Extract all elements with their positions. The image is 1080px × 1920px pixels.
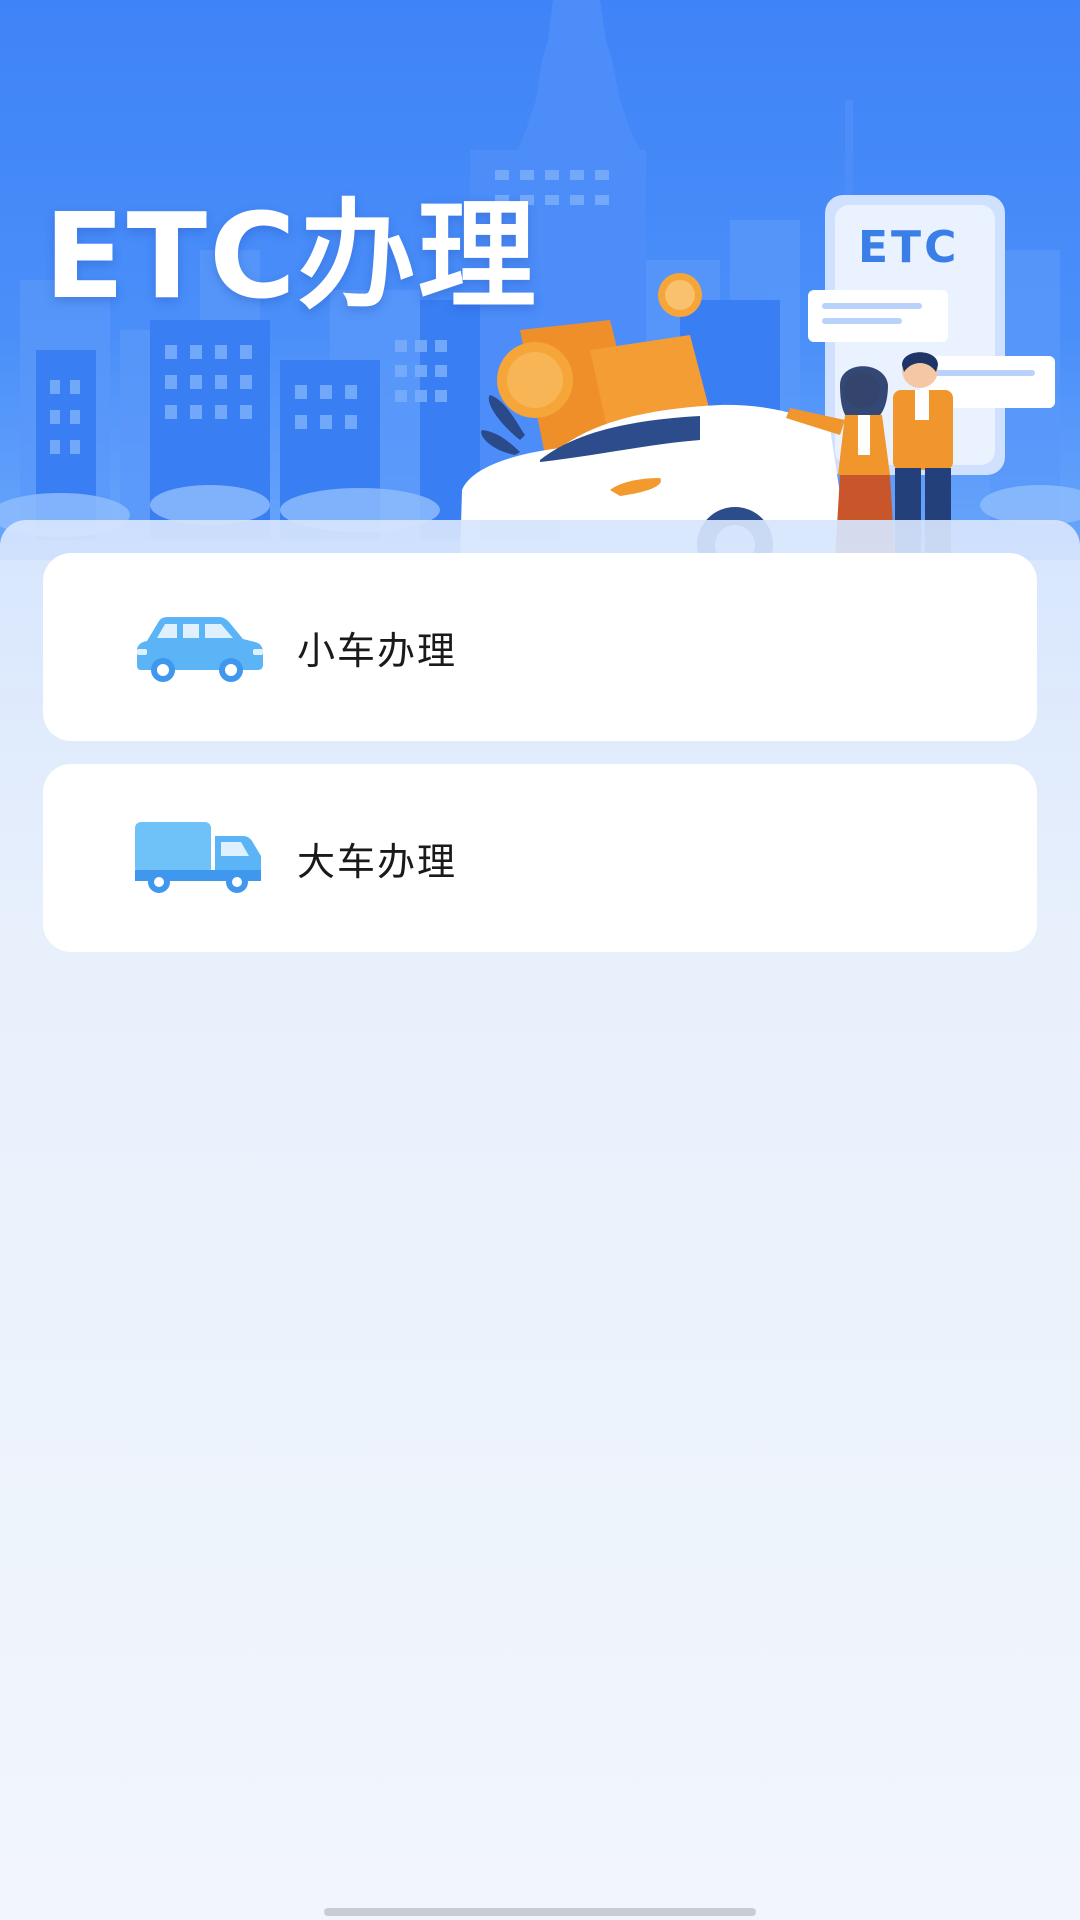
large-vehicle-option[interactable]: 大车办理 xyxy=(43,764,1037,952)
page-title: ETC办理 xyxy=(44,187,538,325)
hero-banner: ETC办理 ETC xyxy=(0,0,1080,560)
car-icon xyxy=(137,617,263,682)
home-indicator[interactable] xyxy=(324,1908,756,1916)
small-vehicle-option[interactable]: 小车办理 xyxy=(43,553,1037,741)
small-vehicle-label: 小车办理 xyxy=(297,628,458,673)
truck-icon xyxy=(135,822,261,893)
large-vehicle-label: 大车办理 xyxy=(297,839,458,884)
etc-sign-label: ETC xyxy=(858,222,960,273)
